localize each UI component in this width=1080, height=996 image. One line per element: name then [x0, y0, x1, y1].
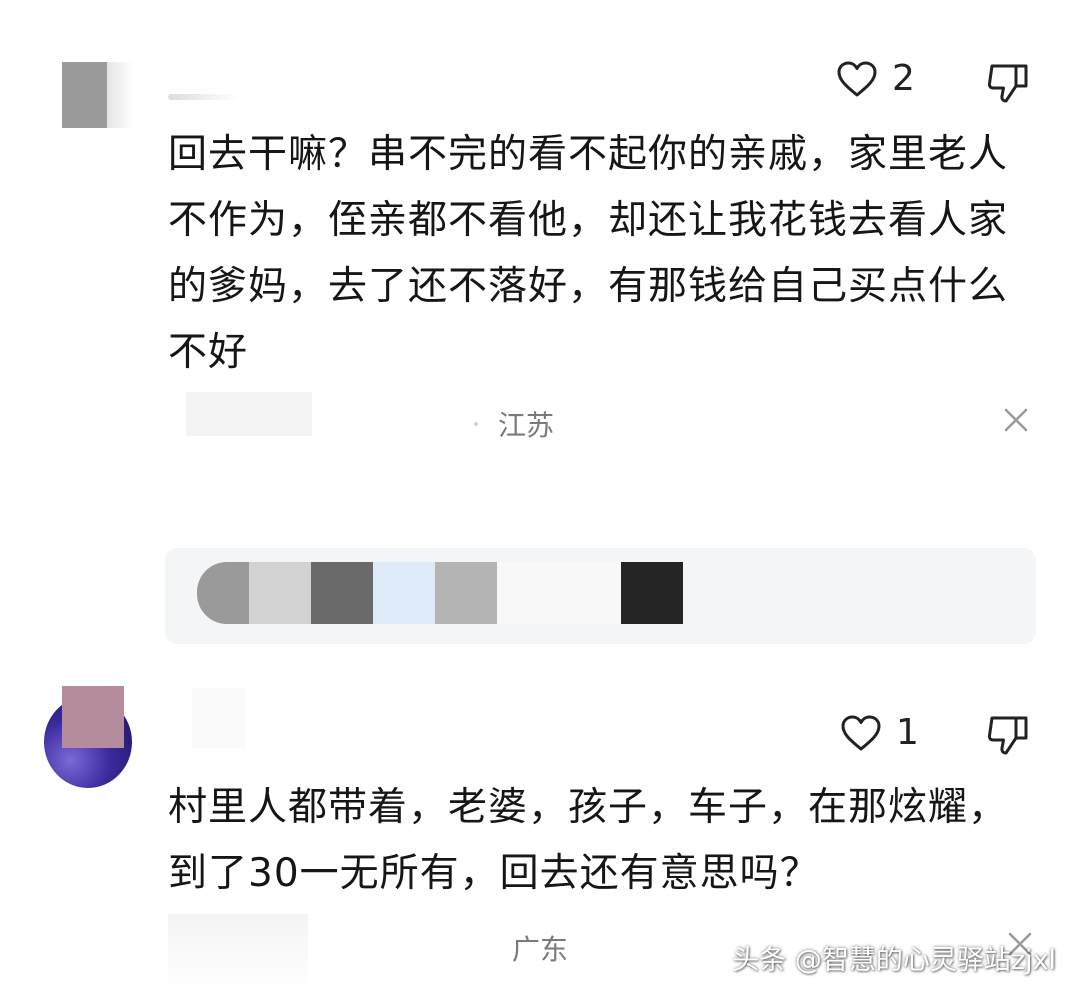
- blurred-block: [497, 562, 621, 624]
- thumbs-down-icon: [987, 64, 1028, 103]
- separator-dot: [474, 422, 478, 426]
- blurred-block: [373, 562, 435, 624]
- location-label: 江苏: [498, 409, 555, 442]
- avatar-overlay: [62, 686, 124, 748]
- reply-preview[interactable]: [165, 548, 1036, 644]
- comment-text: 回去干嘛？串不完的看不起你的亲戚，家里老人不作为，侄亲都不看他，却还让我花钱去看…: [168, 132, 1009, 375]
- like-button[interactable]: 1: [840, 712, 919, 753]
- timestamp-blurred: [186, 392, 312, 436]
- blurred-block: [249, 562, 311, 624]
- blurred-block: [435, 562, 497, 624]
- comment-text: 村里人都带着，老婆，孩子，车子，在那炫耀，到了30一无所有，回去还有意思吗？: [168, 785, 1009, 896]
- blurred-block: [197, 562, 249, 624]
- like-count: 2: [892, 58, 915, 99]
- blurred-block: [311, 562, 373, 624]
- watermark: 头条 @智慧的心灵驿站zjxl: [732, 945, 1056, 976]
- close-icon: [1004, 408, 1028, 432]
- heart-icon: [841, 715, 881, 750]
- thumbs-down-icon: [987, 716, 1028, 755]
- avatar[interactable]: [62, 62, 134, 128]
- dislike-button[interactable]: [986, 714, 1030, 760]
- like-count: 1: [896, 712, 919, 753]
- close-button[interactable]: [1000, 404, 1032, 440]
- timestamp-blurred: [168, 914, 308, 994]
- heart-icon: [837, 61, 877, 96]
- blurred-block: [621, 562, 683, 624]
- location-label: 广东: [512, 933, 569, 966]
- dislike-button[interactable]: [986, 62, 1030, 108]
- like-button[interactable]: 2: [836, 58, 915, 99]
- username-blurred: [192, 688, 246, 748]
- username-blurred: [168, 94, 238, 100]
